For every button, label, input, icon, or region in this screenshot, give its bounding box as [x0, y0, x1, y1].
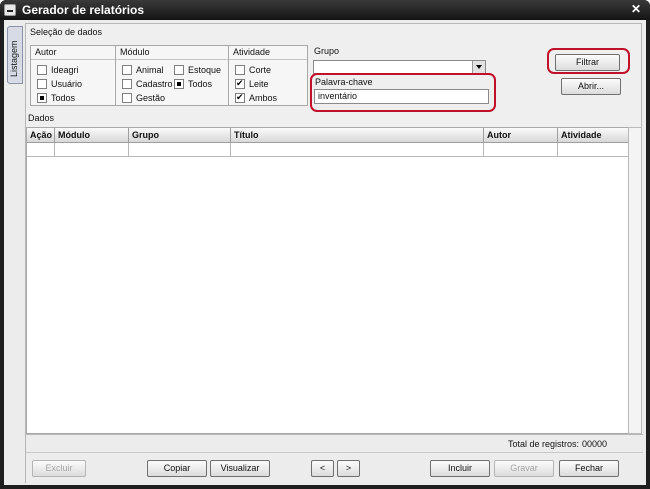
checkbox-modulo-todos[interactable] [174, 79, 184, 89]
checkbox-animal[interactable] [122, 65, 132, 75]
window-title: Gerador de relatórios [22, 3, 145, 17]
column-grupo[interactable]: Grupo [129, 128, 231, 143]
checkbox-gestao[interactable] [122, 93, 132, 103]
fechar-button[interactable]: Fechar [559, 460, 619, 477]
checkbox-leite[interactable] [235, 78, 245, 89]
gravar-button[interactable]: Gravar [494, 460, 554, 477]
table-cell[interactable] [27, 143, 55, 157]
grupo-select[interactable] [313, 60, 486, 74]
modulo-option-cadastro[interactable]: Cadastro [122, 79, 173, 89]
atividade-option-ambos[interactable]: Ambos [235, 92, 277, 103]
table-cell[interactable] [129, 143, 231, 157]
modulo-option-animal[interactable]: Animal [122, 65, 164, 75]
keyword-input[interactable]: inventário [314, 89, 489, 104]
column-modulo[interactable]: Módulo [55, 128, 129, 143]
chevron-down-icon[interactable] [472, 61, 485, 73]
visualizar-button[interactable]: Visualizar [210, 460, 270, 477]
action-toolbar: Excluir Copiar Visualizar < > Incluir Gr… [26, 452, 643, 484]
checkbox-corte[interactable] [235, 65, 245, 75]
next-button[interactable]: > [337, 460, 360, 477]
palavra-chave-label: Palavra-chave [315, 77, 373, 87]
copiar-button[interactable]: Copiar [147, 460, 207, 477]
checkbox-ideagri[interactable] [37, 65, 47, 75]
title-bar[interactable]: Gerador de relatórios ✕ [0, 0, 650, 20]
status-bar: Total de registros: 00000 [26, 434, 643, 452]
table-row[interactable] [27, 143, 630, 157]
checkbox-autor-todos[interactable] [37, 93, 47, 103]
grupo-label: Grupo [314, 46, 340, 56]
column-atividade[interactable]: Atividade [558, 128, 630, 143]
excluir-button[interactable]: Excluir [32, 460, 86, 477]
dados-heading: Dados [28, 113, 55, 123]
previous-button[interactable]: < [311, 460, 334, 477]
atividade-group-label: Atividade [229, 46, 307, 60]
modulo-option-todos[interactable]: Todos [174, 79, 212, 89]
modulo-group-label: Módulo [116, 46, 228, 60]
table-cell[interactable] [55, 143, 129, 157]
table-cell[interactable] [231, 143, 484, 157]
report-generator-window: Gerador de relatórios ✕ Listagem Seleção… [0, 0, 650, 489]
modulo-option-estoque[interactable]: Estoque [174, 65, 221, 75]
system-menu-icon[interactable] [4, 4, 16, 16]
modulo-group: Módulo Animal Estoque Cadastro Todos Ges… [115, 45, 229, 106]
window-client-area: Listagem Seleção de dados Autor Ideagri … [4, 20, 646, 485]
checkbox-cadastro[interactable] [122, 79, 132, 89]
autor-group: Autor Ideagri Usuário Todos [30, 45, 116, 106]
filtrar-button[interactable]: Filtrar [555, 54, 620, 71]
close-icon[interactable]: ✕ [628, 2, 644, 17]
column-titulo[interactable]: Título [231, 128, 484, 143]
table-cell[interactable] [558, 143, 630, 157]
incluir-button[interactable]: Incluir [430, 460, 490, 477]
column-acao[interactable]: Ação [27, 128, 55, 143]
total-registros-value: 00000 [582, 439, 608, 449]
table-cell[interactable] [484, 143, 558, 157]
tab-listagem-label: Listagem [9, 40, 19, 77]
atividade-option-corte[interactable]: Corte [235, 65, 271, 75]
checkbox-estoque[interactable] [174, 65, 184, 75]
checkbox-ambos[interactable] [235, 92, 245, 103]
main-panel: Seleção de dados Autor Ideagri Usuário T… [25, 23, 643, 484]
data-grid[interactable]: Ação Módulo Grupo Título Autor Atividade [26, 127, 642, 434]
tab-listagem[interactable]: Listagem [7, 26, 23, 84]
atividade-group: Atividade Corte Leite Ambos [228, 45, 308, 106]
autor-option-todos[interactable]: Todos [37, 93, 75, 103]
abrir-button[interactable]: Abrir... [561, 78, 621, 95]
grupo-select-value [314, 62, 317, 72]
autor-option-usuario[interactable]: Usuário [37, 79, 82, 89]
modulo-option-gestao[interactable]: Gestão [122, 93, 165, 103]
grid-vertical-scrollbar[interactable] [628, 127, 642, 434]
atividade-option-leite[interactable]: Leite [235, 78, 269, 89]
column-autor[interactable]: Autor [484, 128, 558, 143]
autor-group-label: Autor [31, 46, 115, 60]
total-registros-label: Total de registros: [508, 439, 580, 449]
selection-heading: Seleção de dados [30, 27, 103, 37]
autor-option-ideagri[interactable]: Ideagri [37, 65, 79, 75]
checkbox-usuario[interactable] [37, 79, 47, 89]
grid-header: Ação Módulo Grupo Título Autor Atividade [27, 128, 630, 143]
